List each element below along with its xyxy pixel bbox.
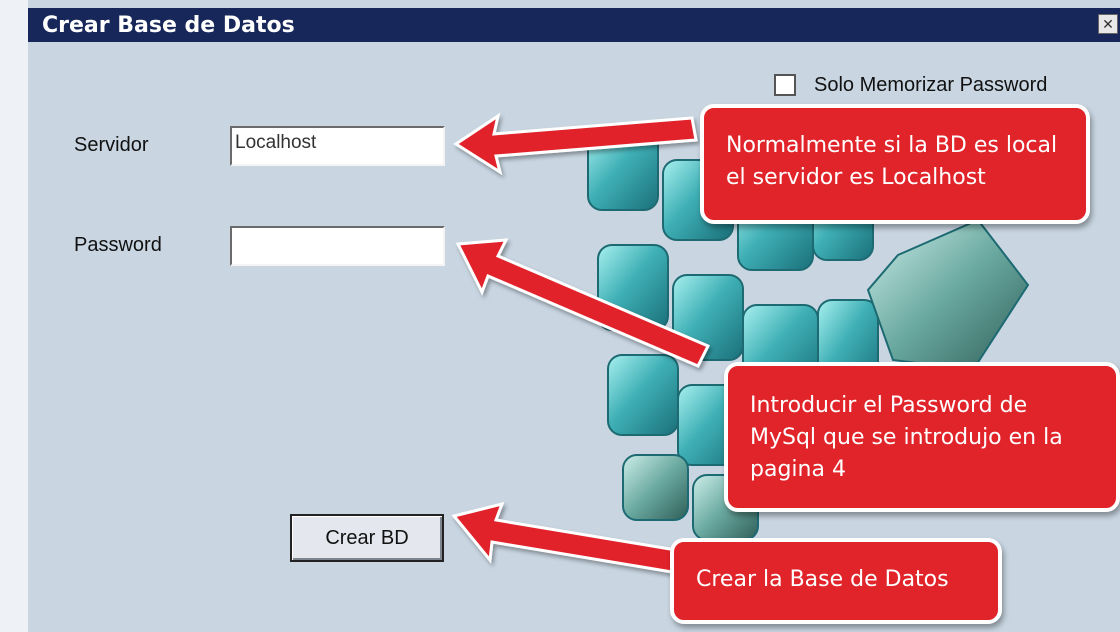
callout-create: Crear la Base de Datos	[670, 538, 1002, 624]
callout-create-text: Crear la Base de Datos	[696, 567, 949, 592]
callout-password: Introducir el Password de MySql que se i…	[724, 362, 1120, 512]
create-db-window: Crear Base de Datos ✕ Solo Memorizar Pas…	[28, 0, 1120, 632]
callout-server-text: Normalmente si la BD es local el servido…	[726, 133, 1058, 190]
callout-password-text: Introducir el Password de MySql que se i…	[750, 393, 1063, 482]
arrow-to-server-field	[453, 112, 698, 176]
arrow-to-password-field	[455, 238, 711, 368]
arrow-to-create-button	[451, 501, 690, 576]
callout-server: Normalmente si la BD es local el servido…	[700, 104, 1090, 224]
